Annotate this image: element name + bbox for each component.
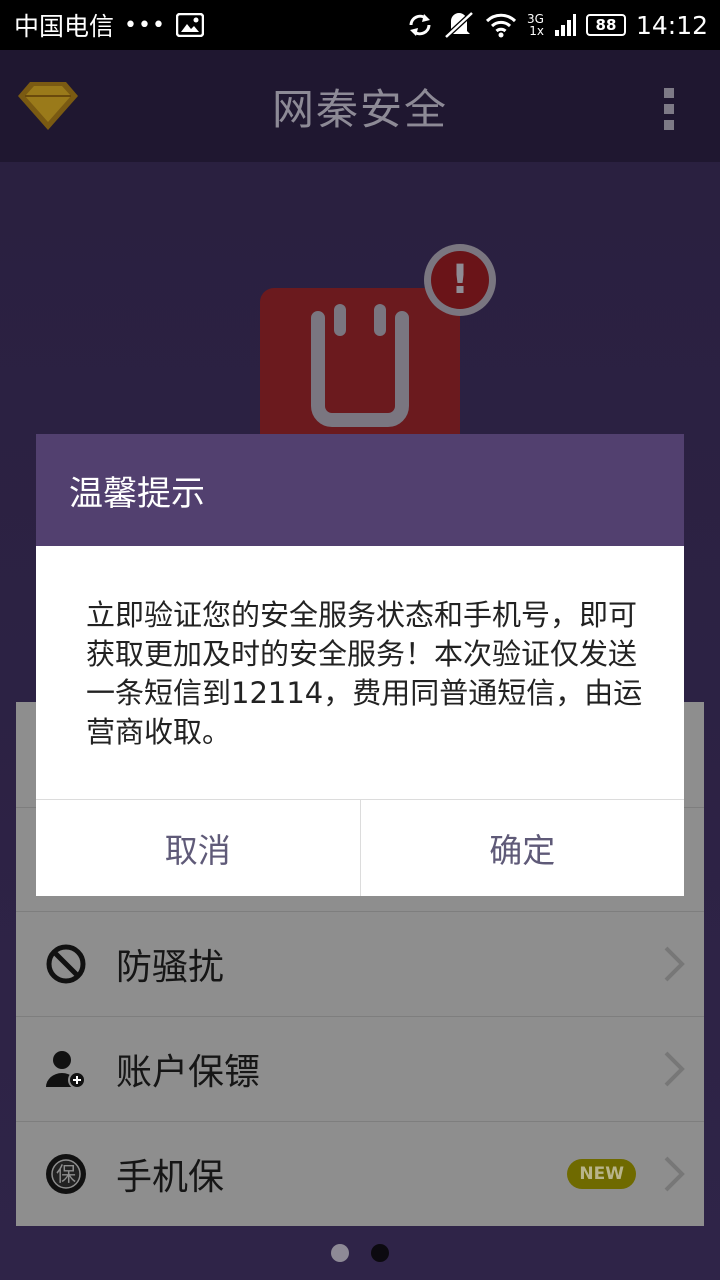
dialog-title: 温馨提示 bbox=[36, 434, 684, 546]
list-item-phone-insurance[interactable]: 保 手机保 NEW bbox=[16, 1121, 704, 1226]
battery-icon: 88 bbox=[585, 14, 626, 36]
app-title: 网秦安全 bbox=[271, 84, 448, 134]
mute-icon bbox=[443, 11, 475, 39]
dialog-button-bar: 取消 确定 bbox=[36, 799, 684, 896]
protect-badge-icon: 保 bbox=[16, 1150, 116, 1198]
notification-dots: ••• bbox=[124, 12, 166, 38]
signal-icon bbox=[554, 12, 576, 38]
diamond-icon[interactable] bbox=[16, 80, 80, 136]
chevron-right-icon bbox=[644, 1154, 704, 1194]
chevron-right-icon bbox=[644, 1049, 704, 1089]
clock: 14:12 bbox=[635, 10, 708, 40]
status-bar: 中国电信 ••• 3G 1x 88 14:12 bbox=[0, 0, 720, 50]
app-bar: 网秦安全 bbox=[0, 50, 720, 162]
network-indicator: 3G 1x bbox=[527, 12, 544, 38]
new-badge: NEW bbox=[567, 1159, 636, 1189]
alert-icon: ! bbox=[424, 244, 496, 316]
svg-text:保: 保 bbox=[56, 1162, 76, 1186]
page-dot-active[interactable] bbox=[371, 1244, 389, 1262]
wifi-icon bbox=[485, 12, 517, 38]
verification-dialog: 温馨提示 立即验证您的安全服务状态和手机号，即可获取更加及时的安全服务！本次验证… bbox=[36, 434, 684, 896]
dialog-message: 立即验证您的安全服务状态和手机号，即可获取更加及时的安全服务！本次验证仅发送一条… bbox=[86, 598, 643, 749]
block-icon bbox=[16, 942, 116, 986]
list-item-anti-harassment[interactable]: 防骚扰 bbox=[16, 911, 704, 1016]
confirm-button[interactable]: 确定 bbox=[359, 800, 685, 896]
user-shield-icon bbox=[16, 1047, 116, 1091]
chevron-right-icon bbox=[644, 944, 704, 984]
list-item-label: 手机保 bbox=[116, 1157, 225, 1198]
overflow-menu-icon[interactable] bbox=[662, 88, 676, 136]
sync-icon bbox=[407, 12, 433, 38]
page-dot[interactable] bbox=[331, 1244, 349, 1262]
list-item-label: 防骚扰 bbox=[116, 947, 225, 988]
image-notification-icon bbox=[175, 13, 204, 37]
list-item-account-guard[interactable]: 账户保镖 bbox=[16, 1016, 704, 1121]
carrier-name: 中国电信 bbox=[14, 12, 115, 41]
page-indicator bbox=[0, 1244, 720, 1264]
list-item-label: 账户保镖 bbox=[116, 1052, 261, 1093]
cancel-button[interactable]: 取消 bbox=[36, 800, 360, 896]
